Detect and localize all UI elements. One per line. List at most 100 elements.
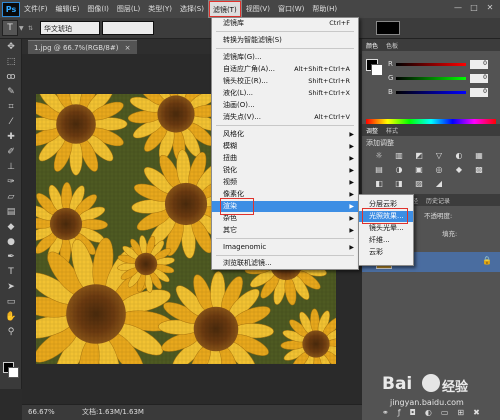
submenu-item-fibers[interactable]: 纤维... bbox=[359, 235, 413, 246]
menu-item-oil-paint[interactable]: 油画(O)... bbox=[212, 100, 358, 111]
tab-history[interactable]: 历史记录 bbox=[426, 196, 450, 205]
green-value[interactable]: 0 bbox=[470, 73, 488, 83]
eraser-tool-icon[interactable]: ▱ bbox=[0, 189, 22, 204]
submenu-item-lens-flare[interactable]: 镜头光晕... bbox=[359, 223, 413, 234]
tab-swatches[interactable]: 色板 bbox=[386, 41, 398, 50]
brightness-icon[interactable]: ☼ bbox=[372, 150, 386, 161]
lasso-tool-icon[interactable]: ꝏ bbox=[0, 69, 22, 84]
font-family-select[interactable]: 华文琥珀 bbox=[40, 21, 100, 35]
maximize-icon[interactable]: □ bbox=[468, 2, 480, 13]
menu-help[interactable]: 帮助(H) bbox=[308, 0, 341, 18]
menu-file[interactable]: 文件(F) bbox=[20, 0, 52, 18]
menu-item-browse-online-filters[interactable]: 浏览联机滤镜... bbox=[212, 258, 358, 269]
gradient-map-icon[interactable]: ◢ bbox=[432, 178, 446, 189]
menu-item-stylize[interactable]: 风格化 ▶ bbox=[212, 129, 358, 140]
submenu-arrow-icon: ▶ bbox=[349, 131, 354, 138]
panel-background-swatch[interactable] bbox=[371, 64, 383, 76]
menu-image[interactable]: 图像(I) bbox=[83, 0, 113, 18]
crop-tool-icon[interactable]: ⌗ bbox=[0, 99, 22, 114]
menu-edit[interactable]: 编辑(E) bbox=[52, 0, 84, 18]
blue-value[interactable]: 0 bbox=[470, 87, 488, 97]
minimize-icon[interactable]: — bbox=[452, 2, 464, 13]
blue-slider[interactable]: B 0 bbox=[388, 87, 498, 97]
black-white-icon[interactable]: ◑ bbox=[392, 164, 406, 175]
menu-item-filter-gallery[interactable]: 滤镜库(G)... bbox=[212, 52, 358, 63]
menu-item-convert-smart-filter[interactable]: 转换为智能滤镜(S) bbox=[212, 35, 358, 46]
blue-track[interactable] bbox=[396, 90, 466, 94]
levels-icon[interactable]: ▥ bbox=[392, 150, 406, 161]
brush-tool-icon[interactable]: ✐ bbox=[0, 144, 22, 159]
move-tool-icon[interactable]: ✥ bbox=[0, 39, 22, 54]
menu-item-other[interactable]: 其它 ▶ bbox=[212, 225, 358, 236]
healing-tool-icon[interactable]: ✚ bbox=[0, 129, 22, 144]
blur-tool-icon[interactable]: ◆ bbox=[0, 219, 22, 234]
zoom-level[interactable]: 66.67% bbox=[28, 405, 55, 420]
tab-styles[interactable]: 样式 bbox=[386, 126, 398, 135]
clone-stamp-tool-icon[interactable]: ⊥ bbox=[0, 159, 22, 174]
red-slider[interactable]: R 0 bbox=[388, 59, 498, 69]
shortcut-label: Shift+Ctrl+R bbox=[308, 77, 350, 85]
tab-close-icon[interactable]: × bbox=[125, 44, 131, 52]
orientation-icon[interactable]: ⇅ bbox=[28, 25, 36, 32]
background-color-swatch[interactable] bbox=[8, 367, 19, 378]
color-lookup-icon[interactable]: ◆ bbox=[452, 164, 466, 175]
shape-tool-icon[interactable]: ▭ bbox=[0, 294, 22, 309]
threshold-icon[interactable]: ◨ bbox=[392, 178, 406, 189]
document-tab[interactable]: 1.jpg @ 66.7%(RGB/8#) × bbox=[28, 40, 137, 54]
menu-item-liquify[interactable]: 液化(L)... Shift+Ctrl+X bbox=[212, 88, 358, 99]
menu-item-vanishing-point[interactable]: 消失点(V)... Alt+Ctrl+V bbox=[212, 112, 358, 123]
tab-color[interactable]: 颜色 bbox=[366, 41, 378, 50]
menu-item-label: 浏览联机滤镜... bbox=[223, 259, 272, 267]
menu-filter[interactable]: 滤镜(T) bbox=[207, 0, 242, 18]
gradient-tool-icon[interactable]: ▤ bbox=[0, 204, 22, 219]
adjustments-panel-tabs: 调整 样式 bbox=[362, 124, 500, 136]
submenu-item-clouds[interactable]: 云彩 bbox=[359, 247, 413, 258]
posterize-icon[interactable]: ◧ bbox=[372, 178, 386, 189]
dodge-tool-icon[interactable]: ● bbox=[0, 234, 22, 249]
menu-window[interactable]: 窗口(W) bbox=[274, 0, 308, 18]
red-track[interactable] bbox=[396, 62, 466, 66]
menu-select[interactable]: 选择(S) bbox=[176, 0, 208, 18]
menu-item-video[interactable]: 视频 ▶ bbox=[212, 177, 358, 188]
curves-icon[interactable]: ◩ bbox=[412, 150, 426, 161]
path-select-tool-icon[interactable]: ➤ bbox=[0, 279, 22, 294]
red-value[interactable]: 0 bbox=[470, 59, 488, 69]
menu-item-imagenomic[interactable]: Imagenomic ▶ bbox=[212, 242, 358, 253]
invert-icon[interactable]: ▩ bbox=[472, 164, 486, 175]
eyedropper-tool-icon[interactable]: ⁄ bbox=[0, 114, 22, 129]
submenu-arrow-icon: ▶ bbox=[349, 191, 354, 198]
menu-item-distort[interactable]: 扭曲 ▶ bbox=[212, 153, 358, 164]
selective-color-icon[interactable]: ▨ bbox=[412, 178, 426, 189]
marquee-tool-icon[interactable]: ⬚ bbox=[0, 54, 22, 69]
hue-saturation-icon[interactable]: ▦ bbox=[472, 150, 486, 161]
chevron-down-icon[interactable]: ▼ bbox=[19, 25, 27, 32]
menu-item-lens-correction[interactable]: 镜头校正(R)... Shift+Ctrl+R bbox=[212, 76, 358, 87]
channel-mixer-icon[interactable]: ◎ bbox=[432, 164, 446, 175]
quick-select-tool-icon[interactable]: ✎ bbox=[0, 84, 22, 99]
menu-item-sharpen[interactable]: 锐化 ▶ bbox=[212, 165, 358, 176]
vibrance-icon[interactable]: ◐ bbox=[452, 150, 466, 161]
menu-item-label: 扭曲 bbox=[223, 154, 237, 162]
document-size-info[interactable]: 文档:1.63M/1.63M bbox=[82, 405, 144, 420]
type-tool-icon[interactable]: T bbox=[0, 264, 22, 279]
photo-filter-icon[interactable]: ▣ bbox=[412, 164, 426, 175]
text-color-swatch[interactable] bbox=[376, 21, 400, 35]
green-slider[interactable]: G 0 bbox=[388, 73, 498, 83]
hand-tool-icon[interactable]: ✋ bbox=[0, 309, 22, 324]
pen-tool-icon[interactable]: ✒ bbox=[0, 249, 22, 264]
font-style-select[interactable] bbox=[102, 21, 154, 35]
menu-item-last-filter[interactable]: 滤镜库 Ctrl+F bbox=[212, 18, 358, 29]
menu-view[interactable]: 视图(V) bbox=[242, 0, 274, 18]
exposure-icon[interactable]: ▽ bbox=[432, 150, 446, 161]
green-track[interactable] bbox=[396, 76, 466, 80]
close-icon[interactable]: ✕ bbox=[484, 2, 496, 13]
history-brush-tool-icon[interactable]: ✑ bbox=[0, 174, 22, 189]
menu-layer[interactable]: 图层(L) bbox=[113, 0, 144, 18]
menu-type[interactable]: 类型(Y) bbox=[144, 0, 176, 18]
tab-adjustments[interactable]: 调整 bbox=[366, 126, 378, 135]
color-balance-icon[interactable]: ▤ bbox=[372, 164, 386, 175]
type-tool-preset[interactable]: T bbox=[2, 20, 18, 36]
menu-item-adaptive-wide-angle[interactable]: 自适应广角(A)... Alt+Shift+Ctrl+A bbox=[212, 64, 358, 75]
menu-item-blur[interactable]: 模糊 ▶ bbox=[212, 141, 358, 152]
zoom-tool-icon[interactable]: ⚲ bbox=[0, 324, 22, 339]
